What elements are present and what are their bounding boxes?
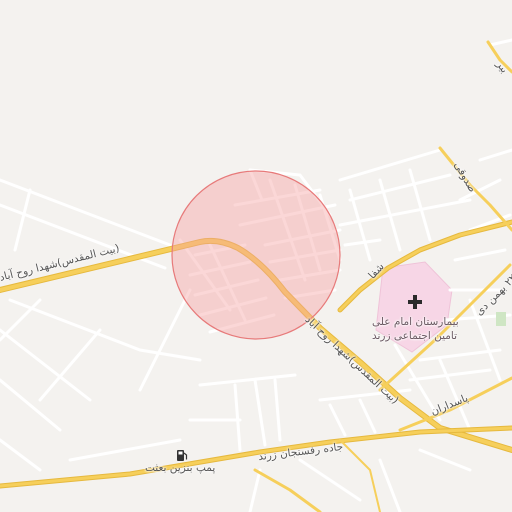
park-area (496, 312, 506, 326)
hospital-cross-icon[interactable] (408, 295, 424, 311)
fuel-station-label[interactable]: پمپ بنزین بعثت (145, 463, 215, 474)
hospital-label[interactable]: بیمارستان امام علی (372, 317, 459, 328)
map-view[interactable]: (بیت المقدس)شهدا روح آباد (بیت المقدس)شه… (0, 0, 512, 512)
highlight-circle[interactable] (171, 170, 341, 340)
fuel-pump-icon[interactable] (176, 449, 190, 463)
hospital-sublabel[interactable]: تامین اجتماعی زرند (372, 331, 457, 342)
